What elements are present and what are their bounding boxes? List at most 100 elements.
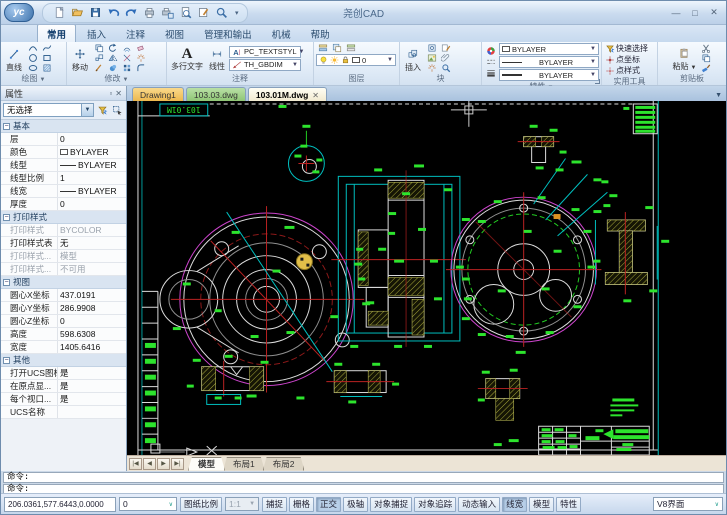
preview-icon[interactable]: [177, 4, 194, 21]
ui-mode-dropdown[interactable]: V8界面 ∨: [653, 497, 723, 511]
toggle-6[interactable]: 对象追踪: [414, 496, 457, 512]
palette-quick-select-button[interactable]: [96, 104, 109, 117]
elevation-dropdown[interactable]: 0 ∨: [119, 497, 177, 511]
arc-icon[interactable]: [26, 43, 40, 53]
match-properties-icon[interactable]: [699, 63, 713, 73]
property-row[interactable]: 线宽 BYLAYER: [1, 185, 126, 198]
property-section-header[interactable]: − 基本: [1, 120, 126, 133]
property-row[interactable]: 每个视口... 是: [1, 393, 126, 406]
circle-icon[interactable]: [26, 53, 40, 63]
draw-group-label[interactable]: 绘图 ▼: [1, 74, 66, 85]
explode-icon[interactable]: [134, 53, 148, 63]
layer-states-icon[interactable]: [330, 43, 344, 53]
layout-tab-2[interactable]: 布局1: [223, 457, 265, 471]
property-row[interactable]: 宽度 1405.6416: [1, 341, 126, 354]
attach-image-icon[interactable]: [425, 53, 439, 63]
ribbon-tab-6[interactable]: 机械: [263, 25, 300, 42]
document-tab-3[interactable]: 103.01M.dwg ✕: [247, 87, 327, 101]
toggle-5[interactable]: 对象捕捉: [370, 496, 413, 512]
scale-dropdown[interactable]: 1:1 ▼: [225, 497, 260, 511]
open-icon[interactable]: [69, 4, 86, 21]
ribbon-tab-4[interactable]: 视图: [156, 25, 193, 42]
toggle-7[interactable]: 动态输入: [458, 496, 501, 512]
collapse-icon[interactable]: −: [3, 356, 10, 364]
trim-icon[interactable]: [120, 53, 134, 63]
minimize-button[interactable]: —: [667, 6, 685, 20]
offset-icon[interactable]: [120, 43, 134, 53]
mtext-button[interactable]: A 多行文字: [169, 46, 205, 71]
property-section-header[interactable]: − 视图: [1, 276, 126, 289]
toggle-4[interactable]: 极轴: [343, 496, 369, 512]
document-tab-overflow-button[interactable]: ▼: [715, 92, 722, 99]
last-layout-button[interactable]: ▶|: [171, 457, 184, 470]
dim-style-dropdown[interactable]: TH_GBDIM ▼: [229, 58, 301, 71]
scale-icon[interactable]: [92, 53, 106, 63]
linetype-dropdown[interactable]: BYLAYER ▼: [499, 56, 599, 68]
text-style-dropdown[interactable]: A PC_TEXTSTYL ▼: [229, 45, 304, 58]
linear-dimension-button[interactable]: 线性: [206, 46, 228, 71]
color-wheel-icon[interactable]: [484, 46, 498, 56]
property-row[interactable]: 打印样式... 模型: [1, 250, 126, 263]
paper-scale-button[interactable]: 图纸比例: [180, 496, 223, 512]
qat-overflow-button[interactable]: ▾: [235, 9, 239, 17]
rectangle-icon[interactable]: [40, 53, 54, 63]
property-row[interactable]: 打印样式 BYCOLOR: [1, 224, 126, 237]
layer-properties-icon[interactable]: [316, 43, 330, 53]
create-block-icon[interactable]: [425, 43, 439, 53]
ribbon-tab-2[interactable]: 插入: [78, 25, 115, 42]
wipeout-icon[interactable]: [106, 63, 120, 73]
property-row[interactable]: 圆心Z坐标 0: [1, 315, 126, 328]
property-row[interactable]: 打印样式... 不可用: [1, 263, 126, 276]
paste-button[interactable]: 粘贴 ▼: [671, 44, 699, 73]
plot-icon[interactable]: [141, 4, 158, 21]
find-icon[interactable]: [213, 4, 230, 21]
property-row[interactable]: 颜色 BYLAYER: [1, 146, 126, 159]
redo-icon[interactable]: [123, 4, 140, 21]
document-tab-2[interactable]: 103.03.dwg: [185, 87, 246, 101]
mirror-icon[interactable]: [106, 53, 120, 63]
property-row[interactable]: 线型比例 1: [1, 172, 126, 185]
ribbon-tab-7[interactable]: 帮助: [302, 25, 339, 42]
line-button[interactable]: 直线: [3, 45, 25, 72]
palette-close-button[interactable]: ✕: [115, 89, 122, 98]
layer-dropdown[interactable]: 0 ▼: [316, 54, 396, 66]
lineweight-dropdown[interactable]: BYLAYER ▼: [499, 69, 599, 81]
layout-tab-3[interactable]: 布局2: [263, 457, 305, 471]
properties-dialog-launcher[interactable]: [595, 79, 600, 84]
toggle-8[interactable]: 线宽: [502, 496, 528, 512]
layer-isolate-icon[interactable]: [344, 43, 358, 53]
move-button[interactable]: 移动: [69, 45, 91, 72]
property-row[interactable]: 厚度 0: [1, 198, 126, 211]
ribbon-tab-5[interactable]: 管理和输出: [195, 25, 261, 42]
property-row[interactable]: 圆心X坐标 437.0191: [1, 289, 126, 302]
cut-icon[interactable]: [699, 43, 713, 53]
modify-group-label[interactable]: 修改 ▼: [67, 74, 166, 85]
block-group-label[interactable]: 块: [400, 74, 481, 85]
edit-attribute-icon[interactable]: [439, 43, 453, 53]
fillet-icon[interactable]: [134, 63, 148, 73]
new-icon[interactable]: [51, 4, 68, 21]
copy-icon[interactable]: [92, 43, 106, 53]
edit-block-icon[interactable]: [195, 4, 212, 21]
block-find-icon[interactable]: [439, 63, 453, 73]
linetype-icon[interactable]: [484, 57, 498, 67]
property-section-header[interactable]: − 打印样式: [1, 211, 126, 224]
insert-block-button[interactable]: 插入: [402, 45, 424, 72]
layer-group-label[interactable]: 图层: [314, 74, 399, 85]
undo-icon[interactable]: [105, 4, 122, 21]
save-icon[interactable]: [87, 4, 104, 21]
property-row[interactable]: 线型 BYLAYER: [1, 159, 126, 172]
property-row[interactable]: 高度 598.6308: [1, 328, 126, 341]
document-tab-1[interactable]: Drawing1: [132, 87, 184, 101]
copy-clip-icon[interactable]: [699, 53, 713, 63]
erase-icon[interactable]: [134, 43, 148, 53]
rotate-icon[interactable]: [106, 43, 120, 53]
property-row[interactable]: 打开UCS图标是: [1, 367, 126, 380]
collapse-icon[interactable]: −: [3, 122, 10, 130]
property-row[interactable]: UCS名称: [1, 406, 126, 419]
clipboard-group-label[interactable]: 剪贴板: [658, 74, 726, 85]
palette-pin-button[interactable]: ▫: [109, 89, 112, 98]
quick-select-button[interactable]: 快速选择: [604, 43, 655, 54]
property-row[interactable]: 在原点显... 是: [1, 380, 126, 393]
point-coordinate-button[interactable]: 点坐标: [604, 54, 655, 65]
